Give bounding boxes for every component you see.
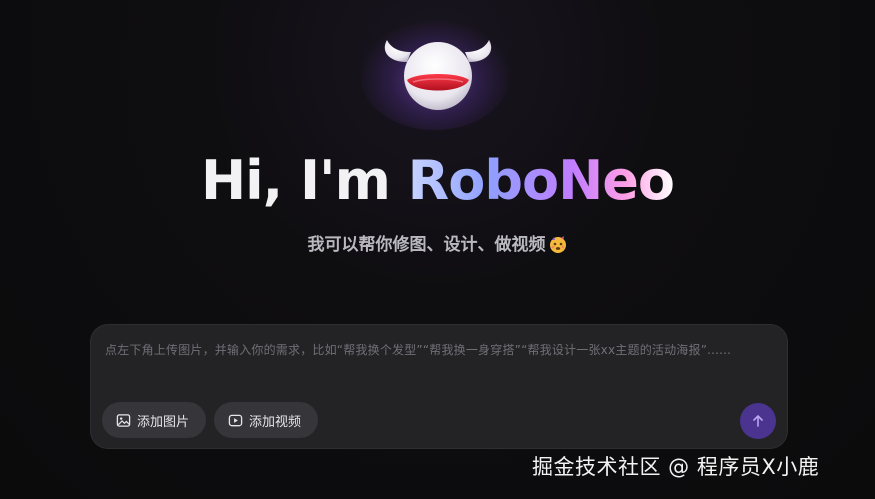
roboneo-mascot-logo	[384, 40, 492, 110]
subtitle-text: 我可以帮你修图、设计、做视频	[307, 235, 546, 255]
send-button[interactable]	[740, 403, 776, 439]
image-icon	[116, 413, 131, 427]
headline: Hi, I'm RoboNeo	[0, 146, 875, 216]
headline-greeting: Hi, I'm	[200, 149, 408, 212]
video-icon	[228, 414, 243, 426]
prompt-composer: 点左下角上传图片，并输入你的需求，比如“帮我换个发型”“帮我换一身穿搭”“帮我设…	[90, 324, 788, 449]
add-image-button[interactable]: 添加图片	[102, 402, 206, 438]
subtitle: 我可以帮你修图、设计、做视频	[0, 232, 875, 258]
add-image-label: 添加图片	[137, 414, 190, 430]
watermark: 掘金技术社区 @ 程序员X小鹿	[532, 455, 820, 479]
headline-brand-name: RoboNeo	[407, 149, 675, 212]
starstruck-face-icon	[549, 236, 566, 253]
add-video-button[interactable]: 添加视频	[214, 402, 318, 438]
add-video-label: 添加视频	[249, 414, 302, 430]
arrow-up-icon	[753, 415, 763, 427]
roboneo-home: Hi, I'm RoboNeo 我可以帮你修图、设计、做视频 点左下角上传图片，…	[0, 0, 875, 499]
prompt-input[interactable]: 点左下角上传图片，并输入你的需求，比如“帮我换个发型”“帮我换一身穿搭”“帮我设…	[105, 340, 773, 361]
